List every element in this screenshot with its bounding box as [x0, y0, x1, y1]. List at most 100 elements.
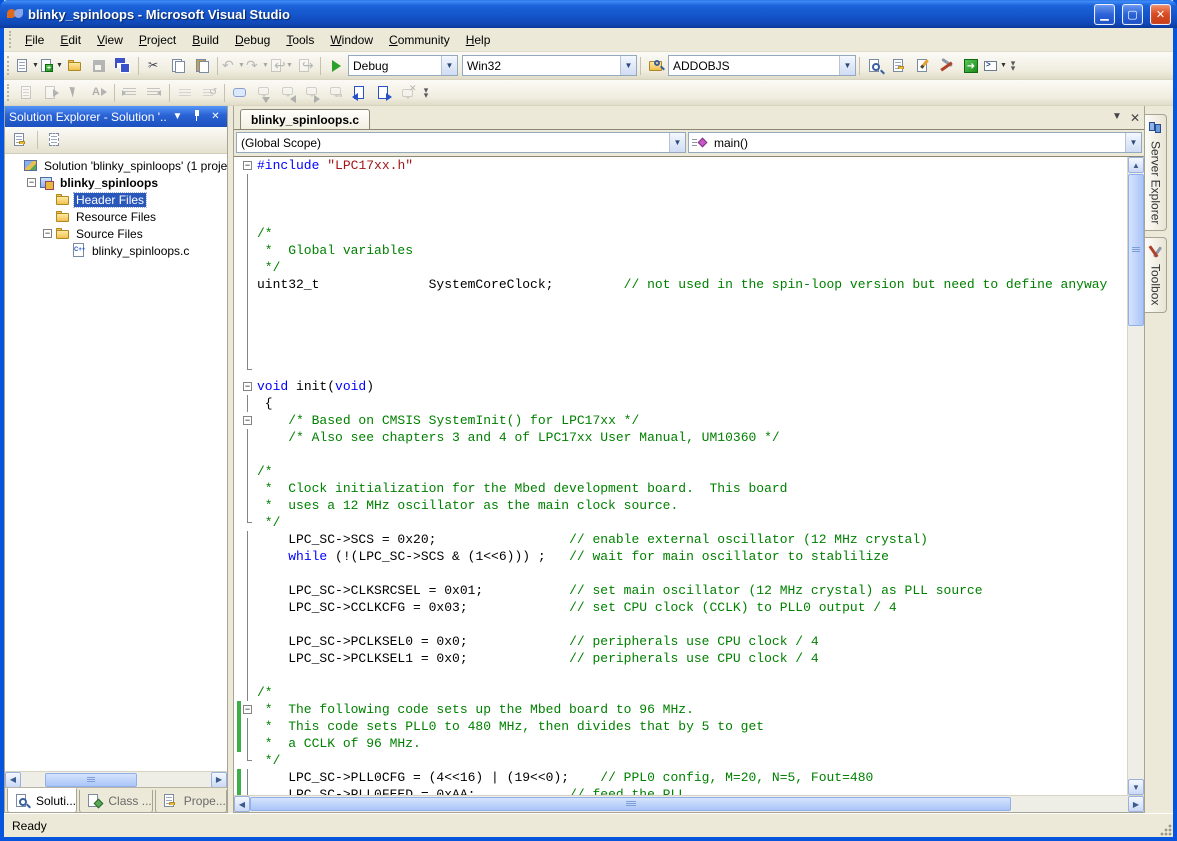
editor-hscrollbar[interactable]: ◀ ▶	[234, 795, 1144, 812]
menu-edit[interactable]: Edit	[52, 30, 89, 50]
toolbox-button[interactable]	[935, 55, 959, 77]
code-line[interactable]	[234, 174, 1127, 191]
chevron-down-icon[interactable]: ▼	[1125, 133, 1141, 152]
save-button[interactable]	[87, 55, 111, 77]
title-bar[interactable]: blinky_spinloops - Microsoft Visual Stud…	[0, 0, 1177, 28]
scroll-left-arrow[interactable]: ◀	[234, 796, 250, 812]
toolbar-options-button[interactable]: ▾▾	[420, 88, 432, 98]
code-line[interactable]: LPC_SC->CLKSRCSEL = 0x01; // set main os…	[234, 582, 1127, 599]
menu-project[interactable]: Project	[131, 30, 184, 50]
start-debug-button[interactable]	[324, 55, 348, 77]
code-line[interactable]: /*	[234, 463, 1127, 480]
code-line[interactable]: −#include "LPC17xx.h"	[234, 157, 1127, 174]
show-all-files-button[interactable]	[43, 129, 67, 151]
menu-file[interactable]: File	[17, 30, 52, 50]
outline-margin[interactable]: −	[241, 157, 254, 174]
bookmark-folder-button[interactable]	[324, 82, 348, 104]
start-page-button[interactable]: ➜	[959, 55, 983, 77]
tree-item-header-files[interactable]: Header Files	[5, 191, 227, 208]
code-line[interactable]: while (!(LPC_SC->SCS & (1<<6))) ; // wai…	[234, 548, 1127, 565]
code-line[interactable]: */	[234, 752, 1127, 769]
members-combo[interactable]: main() ▼	[688, 132, 1142, 153]
code-line[interactable]: − * The following code sets up the Mbed …	[234, 701, 1127, 718]
menu-community[interactable]: Community	[381, 30, 458, 50]
collapse-region-icon[interactable]: −	[243, 161, 252, 170]
collapse-region-icon[interactable]: −	[243, 416, 252, 425]
code-line[interactable]: LPC_SC->SCS = 0x20; // enable external o…	[234, 531, 1127, 548]
code-line[interactable]	[234, 191, 1127, 208]
editor-vscrollbar[interactable]: ▲ ▼	[1127, 157, 1144, 795]
chevron-down-icon[interactable]: ▼	[669, 133, 685, 152]
increase-indent-button[interactable]	[142, 82, 166, 104]
code-line[interactable]: − /* Based on CMSIS SystemInit() for LPC…	[234, 412, 1127, 429]
document-tab[interactable]: blinky_spinloops.c	[240, 109, 370, 129]
code-line[interactable]: * Clock initialization for the Mbed deve…	[234, 480, 1127, 497]
code-line[interactable]	[234, 565, 1127, 582]
save-all-button[interactable]	[111, 55, 135, 77]
code-line[interactable]	[234, 344, 1127, 361]
tree-item-blinky-spinloops-c[interactable]: blinky_spinloops.c	[5, 242, 227, 259]
properties-window-button[interactable]	[887, 55, 911, 77]
solution-explorer-button[interactable]	[863, 55, 887, 77]
menu-window[interactable]: Window	[322, 30, 381, 50]
code-line[interactable]	[234, 446, 1127, 463]
maximize-button[interactable]: ▢	[1122, 4, 1143, 25]
open-file-button[interactable]	[63, 55, 87, 77]
code-line[interactable]: LPC_SC->PLL0FEED = 0xAA; // feed the PLL	[234, 786, 1127, 795]
code-line[interactable]	[234, 310, 1127, 327]
tree-item-resource-files[interactable]: Resource Files	[5, 208, 227, 225]
tree-item-solution-blinky-spinloops-1-project[interactable]: Solution 'blinky_spinloops' (1 project)	[5, 157, 227, 174]
command-window-button[interactable]: ▼	[983, 55, 1007, 77]
code-line[interactable]: LPC_SC->CCLKCFG = 0x03; // set CPU clock…	[234, 599, 1127, 616]
word-completion-button[interactable]: A	[87, 82, 111, 104]
toolbar-grip[interactable]	[7, 56, 12, 75]
code-line[interactable]: /* Also see chapters 3 and 4 of LPC17xx …	[234, 429, 1127, 446]
uncomment-button[interactable]: ↺	[197, 82, 221, 104]
code-line[interactable]: /*	[234, 225, 1127, 242]
decrease-indent-button[interactable]	[118, 82, 142, 104]
redo-button[interactable]: ↷▼	[245, 55, 269, 77]
collapse-region-icon[interactable]: −	[243, 705, 252, 714]
code-line[interactable]: * Global variables	[234, 242, 1127, 259]
scrollbar-thumb[interactable]	[1128, 174, 1144, 326]
code-line[interactable]: * uses a 12 MHz oscillator as the main c…	[234, 497, 1127, 514]
menu-help[interactable]: Help	[458, 30, 499, 50]
clear-bookmarks-button[interactable]: ✕	[396, 82, 420, 104]
menu-grip[interactable]	[9, 31, 14, 47]
scroll-left-arrow[interactable]: ◀	[5, 772, 21, 788]
object-browser-button[interactable]	[911, 55, 935, 77]
previous-bookmark-button[interactable]	[276, 82, 300, 104]
close-document-button[interactable]: ✕	[1130, 111, 1140, 125]
solution-explorer-hscrollbar[interactable]: ◀ ▶	[5, 771, 227, 787]
code-line[interactable]	[234, 208, 1127, 225]
navigate-forward-button[interactable]: ↪	[293, 55, 317, 77]
scrollbar-thumb[interactable]	[45, 773, 137, 787]
menu-view[interactable]: View	[89, 30, 131, 50]
scroll-right-arrow[interactable]: ▶	[1128, 796, 1144, 812]
collapse-icon[interactable]: −	[27, 178, 36, 187]
scroll-up-arrow[interactable]: ▲	[1128, 157, 1144, 173]
code-line[interactable]	[234, 327, 1127, 344]
chevron-down-icon[interactable]: ▼	[839, 56, 855, 75]
find-combo[interactable]: ADDOBJS ▼	[668, 55, 856, 76]
code-line[interactable]: * This code sets PLL0 to 480 MHz, then d…	[234, 718, 1127, 735]
solution-configurations-combo[interactable]: Debug ▼	[348, 55, 458, 76]
code-line[interactable]	[234, 361, 1127, 378]
scroll-right-arrow[interactable]: ▶	[211, 772, 227, 788]
code-line[interactable]: * a CCLK of 96 MHz.	[234, 735, 1127, 752]
document-list-dropdown[interactable]: ▼	[1112, 111, 1122, 125]
quick-info-button[interactable]	[63, 82, 87, 104]
bookmark-toggle-button[interactable]	[252, 82, 276, 104]
code-line[interactable]: uint32_t SystemCoreClock; // not used in…	[234, 276, 1127, 293]
new-project-button[interactable]: ▼	[15, 55, 39, 77]
outline-margin[interactable]: −	[241, 378, 254, 395]
code-line[interactable]: LPC_SC->PCLKSEL0 = 0x0; // peripherals u…	[234, 633, 1127, 650]
menu-debug[interactable]: Debug	[227, 30, 278, 50]
close-button[interactable]: ✕	[1150, 4, 1171, 25]
auto-hide-pin-button[interactable]	[189, 109, 204, 124]
find-button[interactable]	[644, 55, 668, 77]
code-line[interactable]: LPC_SC->PLL0CFG = (4<<16) | (19<<0); // …	[234, 769, 1127, 786]
code-line[interactable]: {	[234, 395, 1127, 412]
outline-margin[interactable]: −	[241, 701, 254, 718]
next-bookmark-button[interactable]	[300, 82, 324, 104]
